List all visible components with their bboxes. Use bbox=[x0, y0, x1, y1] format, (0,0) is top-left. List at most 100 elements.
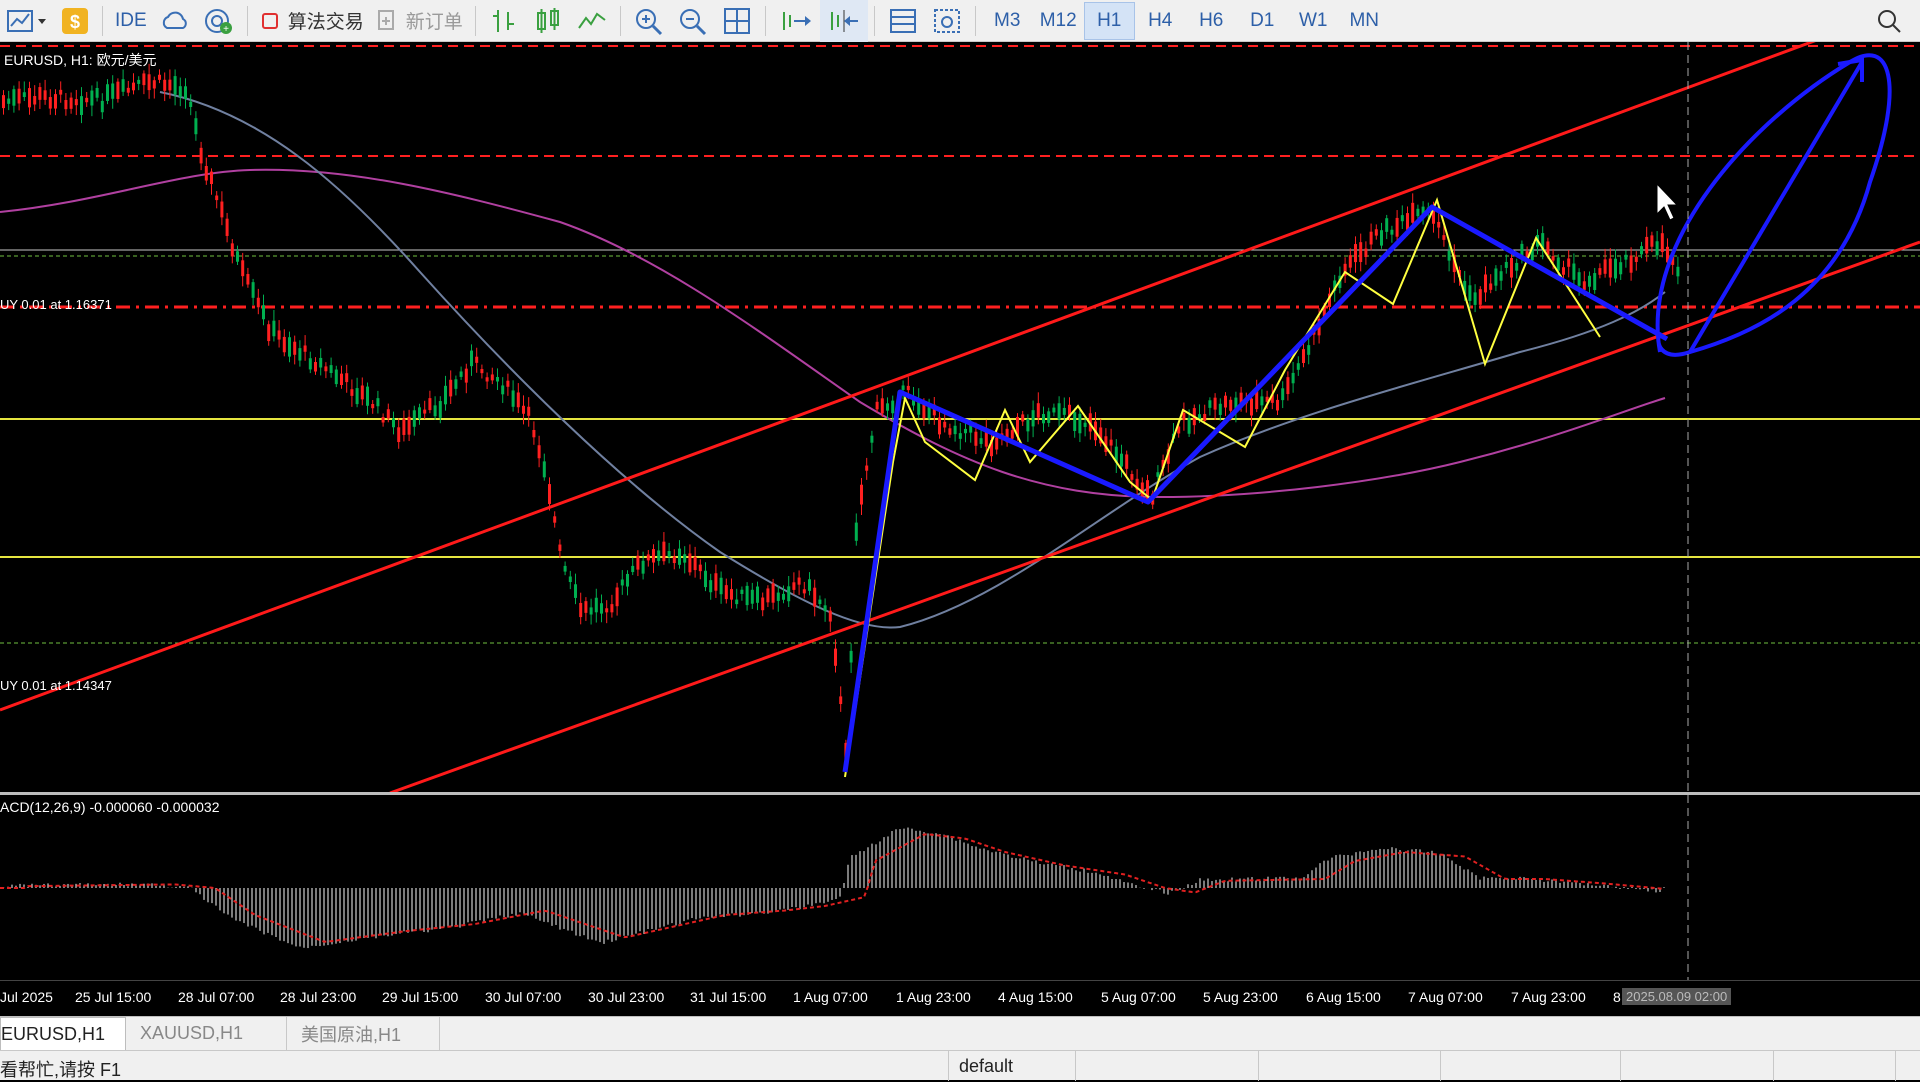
price-chart[interactable]: EURUSD, H1: 欧元/美元 UY 0.01 at 1.16371 UY … bbox=[0, 42, 1920, 793]
time-tick-label: 7 Aug 07:00 bbox=[1408, 989, 1483, 1005]
wave-drawing[interactable] bbox=[842, 204, 1669, 773]
fast-moving-average[interactable] bbox=[159, 91, 1666, 629]
tab-label: XAUUSD,H1 bbox=[140, 1023, 244, 1043]
search-icon bbox=[1878, 10, 1901, 33]
candles-icon bbox=[536, 7, 559, 33]
candle-body bbox=[1057, 403, 1061, 420]
candle-body bbox=[360, 385, 364, 400]
timeframe-w1-button[interactable]: W1 bbox=[1288, 0, 1339, 42]
candle-body bbox=[953, 425, 957, 435]
zoom-in-button[interactable] bbox=[627, 0, 671, 42]
candle-body bbox=[901, 385, 905, 390]
mouse-cursor-icon bbox=[1656, 182, 1679, 221]
chart-title: EURUSD, H1: 欧元/美元 bbox=[4, 52, 157, 68]
market-button[interactable]: $ bbox=[54, 0, 96, 42]
tile-windows-button[interactable] bbox=[715, 0, 759, 42]
timeframe-m3-button[interactable]: M3 bbox=[982, 0, 1033, 42]
candle-body bbox=[568, 576, 572, 583]
time-tick-label: 1 Aug 07:00 bbox=[793, 989, 868, 1005]
candle-body bbox=[974, 431, 978, 446]
candle-body bbox=[121, 79, 125, 92]
candle-body bbox=[1218, 403, 1222, 415]
candle-body bbox=[1291, 372, 1295, 384]
candle-body bbox=[1286, 377, 1290, 395]
candle-body bbox=[272, 320, 276, 337]
bar-chart-button[interactable] bbox=[482, 0, 526, 42]
ide-button[interactable]: IDE bbox=[109, 0, 153, 42]
status-profile[interactable]: default bbox=[948, 1051, 1076, 1081]
candle-body bbox=[449, 379, 453, 397]
templates-button[interactable] bbox=[881, 0, 925, 42]
candle-body bbox=[1494, 268, 1498, 286]
toolbar-separator bbox=[764, 5, 766, 36]
toolbar-separator bbox=[873, 5, 875, 36]
candle-body bbox=[381, 417, 385, 423]
cloud-button[interactable] bbox=[153, 0, 197, 42]
target-ellipse-drawing[interactable] bbox=[1655, 53, 1892, 357]
tab-label: 美国原油,H1 bbox=[301, 1024, 402, 1045]
candle-body bbox=[444, 385, 447, 405]
channel-upper-line[interactable] bbox=[0, 42, 1920, 712]
candle-body bbox=[537, 445, 541, 459]
candle-body bbox=[563, 565, 567, 572]
signals-button[interactable]: + bbox=[197, 0, 241, 42]
timeframe-mn-button[interactable]: MN bbox=[1339, 0, 1390, 42]
candle-body bbox=[1478, 289, 1482, 305]
candle-body bbox=[303, 345, 307, 352]
zoom-out-button[interactable] bbox=[671, 0, 715, 42]
tab-label: EURUSD,H1 bbox=[1, 1024, 106, 1044]
macd-pane[interactable]: ACD(12,26,9) -0.000060 -0.000032 bbox=[0, 795, 1920, 980]
candle-body bbox=[600, 603, 603, 614]
time-tick-label: 7 Aug 23:00 bbox=[1511, 989, 1586, 1005]
timeframe-h6-button[interactable]: H6 bbox=[1186, 0, 1237, 42]
dollar-icon: $ bbox=[62, 7, 88, 34]
screenshot-button[interactable] bbox=[925, 0, 969, 42]
candle-body bbox=[308, 358, 312, 370]
candle-body bbox=[464, 368, 468, 383]
time-axis[interactable]: Jul 2025 25 Jul 15:00 28 Jul 07:00 28 Jul 2… bbox=[0, 980, 1920, 1016]
price-chart-canvas[interactable] bbox=[0, 42, 1920, 793]
line-chart-button[interactable] bbox=[570, 0, 614, 42]
candle-body bbox=[714, 573, 718, 591]
candle-body bbox=[704, 570, 707, 588]
candle-body bbox=[1390, 229, 1394, 235]
slow-moving-average[interactable] bbox=[0, 168, 1666, 499]
buy-order-label-1[interactable]: UY 0.01 at 1.16371 bbox=[0, 297, 112, 312]
timeframe-h1-button[interactable]: H1 bbox=[1083, 1, 1135, 40]
candle-body bbox=[802, 589, 806, 594]
candle-body bbox=[246, 274, 250, 285]
chart-shift-button[interactable] bbox=[819, 0, 868, 42]
timeframe-d1-button[interactable]: D1 bbox=[1237, 0, 1288, 42]
auto-scroll-button[interactable] bbox=[772, 0, 820, 42]
candle-body bbox=[657, 550, 661, 561]
candle-body bbox=[345, 373, 349, 383]
tab-eurusd[interactable]: EURUSD,H1 bbox=[0, 1017, 126, 1051]
buy-order-label-2[interactable]: UY 0.01 at 1.14347 bbox=[0, 678, 112, 693]
candle-body bbox=[719, 577, 723, 595]
channel-lower-line[interactable] bbox=[389, 240, 1920, 793]
timeframe-h4-button[interactable]: H4 bbox=[1135, 0, 1186, 42]
tab-crude-oil[interactable]: 美国原油,H1 bbox=[287, 1017, 440, 1050]
candle-body bbox=[43, 90, 47, 100]
candle-body bbox=[1302, 349, 1305, 363]
candle-body bbox=[797, 577, 801, 585]
chart-type-dropdown[interactable] bbox=[0, 0, 54, 42]
candle-body bbox=[1468, 285, 1472, 301]
candle-body bbox=[204, 165, 208, 181]
tab-xauusd[interactable]: XAUUSD,H1 bbox=[126, 1017, 287, 1050]
candle-body bbox=[574, 584, 577, 598]
candle-body bbox=[1385, 218, 1389, 232]
candle-body bbox=[1437, 221, 1441, 228]
new-order-button[interactable]: 新订单 bbox=[370, 0, 469, 42]
candle-body bbox=[522, 405, 525, 414]
candlestick-button[interactable] bbox=[526, 0, 570, 42]
candle-body bbox=[392, 418, 395, 428]
time-tick-label: 5 Aug 07:00 bbox=[1101, 989, 1176, 1005]
search-button[interactable] bbox=[1876, 0, 1902, 42]
candle-body bbox=[199, 147, 203, 164]
status-cell bbox=[1440, 1051, 1441, 1081]
candle-body bbox=[750, 589, 754, 604]
candle-body bbox=[59, 89, 63, 95]
timeframe-m12-button[interactable]: M12 bbox=[1033, 0, 1084, 42]
algo-trading-button[interactable]: 算法交易 bbox=[254, 0, 370, 42]
